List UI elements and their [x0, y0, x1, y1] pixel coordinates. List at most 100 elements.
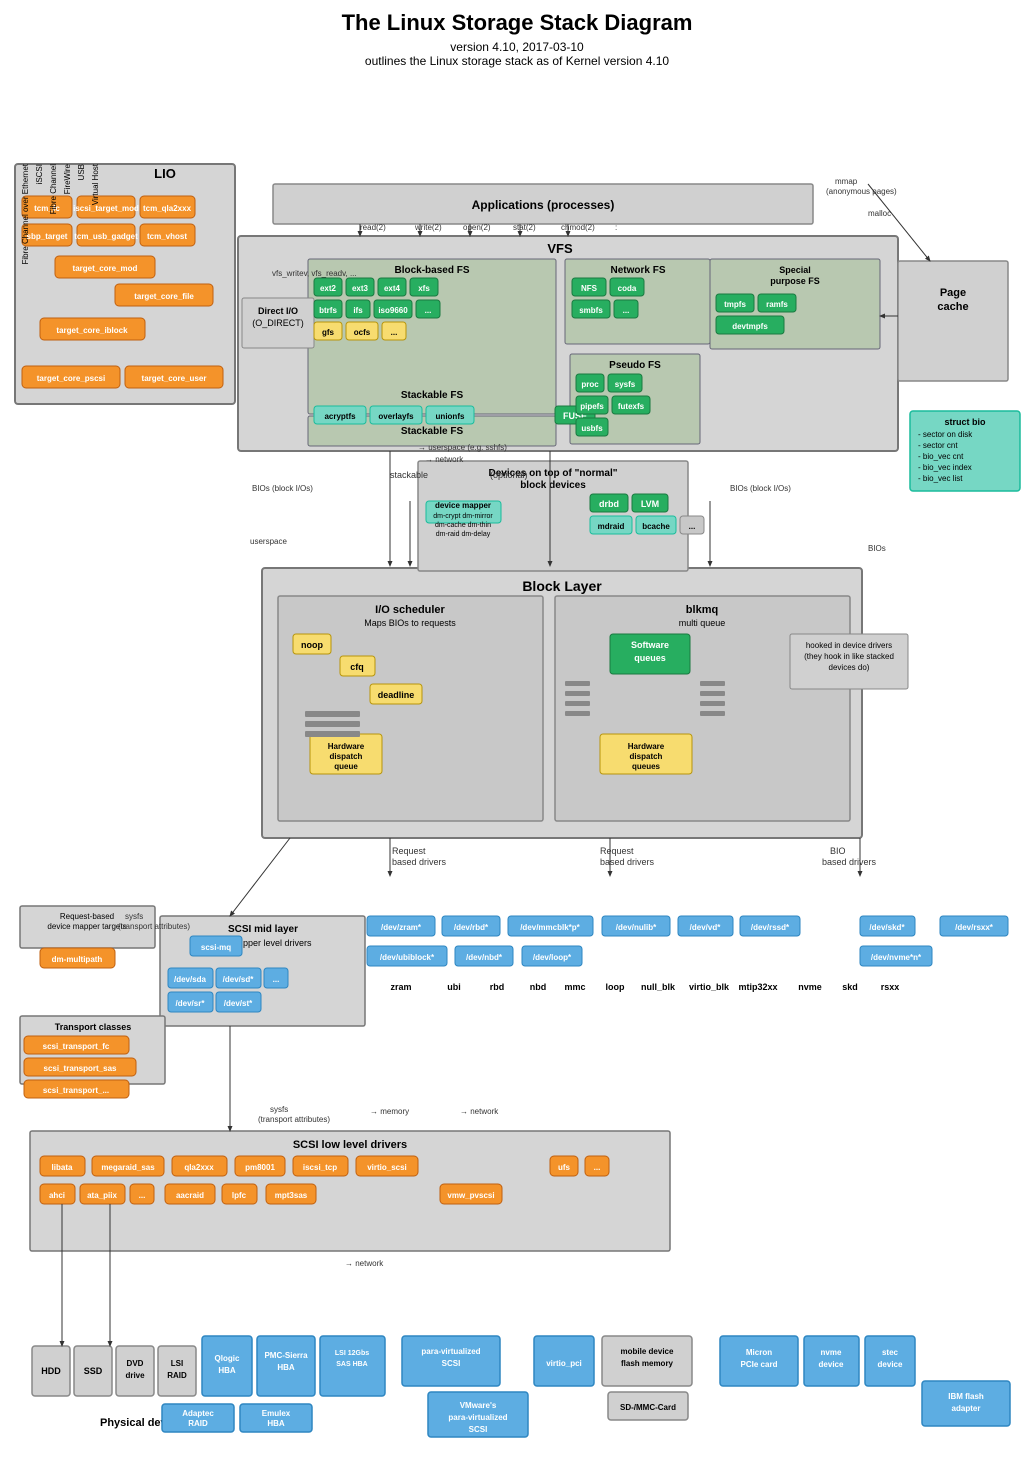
svg-text:Fibre Channel over Ethernet: Fibre Channel over Ethernet [21, 163, 30, 264]
svg-text:/dev/ubiblock*: /dev/ubiblock* [380, 953, 435, 962]
svg-text:ext2: ext2 [320, 284, 337, 293]
svg-text:HDD: HDD [41, 1366, 61, 1376]
svg-text:Hardware: Hardware [328, 742, 365, 751]
svg-text:(O_DIRECT): (O_DIRECT) [252, 318, 304, 328]
svg-text:ufs: ufs [558, 1163, 571, 1172]
svg-text:deadline: deadline [378, 690, 415, 700]
svg-text:PMC-Sierra: PMC-Sierra [264, 1351, 308, 1360]
svg-text:mobile device: mobile device [621, 1347, 674, 1356]
svg-text:- sector on disk: - sector on disk [918, 430, 973, 439]
svg-text:- bio_vec index: - bio_vec index [918, 463, 972, 472]
svg-text:cfq: cfq [350, 662, 364, 672]
svg-text:USB: USB [77, 164, 86, 180]
svg-text:/dev/rssd*: /dev/rssd* [751, 923, 790, 932]
svg-text:BIO: BIO [830, 846, 846, 856]
svg-text:stec: stec [882, 1348, 899, 1357]
svg-text:qla2xxx: qla2xxx [184, 1163, 214, 1172]
svg-text:RAID: RAID [188, 1419, 208, 1428]
svg-text:vfs_writev, vfs_readv, ...: vfs_writev, vfs_readv, ... [272, 269, 357, 278]
svg-text:virtio_scsi: virtio_scsi [367, 1163, 407, 1172]
svg-text:adapter: adapter [952, 1404, 981, 1413]
svg-text:scsi-mq: scsi-mq [201, 943, 231, 952]
svg-text:Network FS: Network FS [610, 265, 665, 276]
svg-text:queues: queues [632, 762, 661, 771]
svg-text:noop: noop [301, 640, 323, 650]
svg-text:Stackable FS: Stackable FS [401, 390, 464, 401]
svg-text:scsi_transport_fc: scsi_transport_fc [43, 1042, 110, 1051]
svg-text:LIO: LIO [154, 166, 176, 181]
svg-text:SCSI low level drivers: SCSI low level drivers [293, 1139, 407, 1151]
svg-text:struct bio: struct bio [944, 417, 986, 427]
svg-text:mtip32xx: mtip32xx [738, 982, 777, 992]
svg-text:target_core_file: target_core_file [134, 292, 194, 301]
svg-text:iscsi_target_mod: iscsi_target_mod [73, 204, 139, 213]
svg-text:nvme: nvme [821, 1348, 842, 1357]
svg-text:unionfs: unionfs [436, 412, 465, 421]
svg-text:rsxx: rsxx [881, 982, 900, 992]
svg-text:LSI 12Gbs: LSI 12Gbs [335, 1350, 369, 1357]
svg-text:/dev/nbd*: /dev/nbd* [466, 953, 503, 962]
svg-text:sbp_target: sbp_target [27, 232, 68, 241]
svg-text:Direct I/O: Direct I/O [258, 306, 298, 316]
svg-text:Block-based FS: Block-based FS [394, 265, 469, 276]
svg-text:VMware's: VMware's [460, 1401, 497, 1410]
svg-text:blkmq: blkmq [686, 604, 718, 616]
svg-text:/dev/sd*: /dev/sd* [223, 975, 255, 984]
svg-text:LSI: LSI [171, 1359, 183, 1368]
svg-text:/dev/skd*: /dev/skd* [869, 923, 905, 932]
svg-text:aacraid: aacraid [176, 1191, 204, 1200]
svg-text:/dev/mmcblk*p*: /dev/mmcblk*p* [520, 923, 580, 932]
svg-text:tcm_usb_gadget: tcm_usb_gadget [74, 232, 138, 241]
svg-text:target_core_user: target_core_user [142, 374, 207, 383]
svg-text:target_core_iblock: target_core_iblock [56, 326, 128, 335]
svg-text:null_blk: null_blk [641, 982, 676, 992]
subtitle: version 4.10, 2017-03-10 outlines the Li… [10, 40, 1024, 68]
svg-text:→ network: → network [460, 1107, 499, 1116]
svg-text:Emulex: Emulex [262, 1409, 291, 1418]
svg-text:coda: coda [618, 284, 637, 293]
svg-text:PCIe card: PCIe card [741, 1360, 778, 1369]
svg-text:userspace: userspace [250, 537, 287, 546]
page-title: The Linux Storage Stack Diagram [10, 10, 1024, 36]
svg-text:/dev/vd*: /dev/vd* [690, 923, 722, 932]
svg-text:(optional): (optional) [490, 470, 528, 480]
svg-text:...: ... [425, 306, 432, 315]
svg-text:Request: Request [600, 846, 634, 856]
svg-text:HBA: HBA [267, 1419, 285, 1428]
svg-text:malloc: malloc [868, 209, 891, 218]
svg-text:Hardware: Hardware [628, 742, 665, 751]
svg-text:SAS HBA: SAS HBA [336, 1361, 368, 1368]
svg-text:...: ... [273, 975, 280, 984]
svg-text:block devices: block devices [520, 480, 586, 491]
svg-text:→ network: → network [345, 1259, 384, 1268]
svg-text:ahci: ahci [49, 1191, 65, 1200]
svg-text:tmpfs: tmpfs [724, 300, 746, 309]
svg-text:dm-cache dm-thin: dm-cache dm-thin [435, 522, 491, 529]
svg-text:write(2): write(2) [414, 223, 442, 232]
svg-text:libata: libata [52, 1163, 73, 1172]
svg-text:pipefs: pipefs [580, 402, 604, 411]
svg-text:queues: queues [634, 653, 666, 663]
svg-text:overlayfs: overlayfs [378, 412, 414, 421]
svg-text:...: ... [391, 328, 398, 337]
svg-text:Block Layer: Block Layer [522, 578, 602, 594]
svg-text:loop: loop [606, 982, 625, 992]
svg-text:scsi_transport_...: scsi_transport_... [43, 1086, 109, 1095]
svg-text:hooked in device drivers: hooked in device drivers [806, 641, 892, 650]
svg-text:ubi: ubi [447, 982, 461, 992]
svg-text:based drivers: based drivers [822, 857, 877, 867]
svg-text:nvme: nvme [798, 982, 822, 992]
svg-text:- sector cnt: - sector cnt [918, 441, 958, 450]
svg-text:SD-/MMC-Card: SD-/MMC-Card [620, 1403, 676, 1412]
svg-text::: : [615, 223, 617, 232]
svg-text:device mapper: device mapper [435, 501, 491, 510]
svg-text:device mapper targets: device mapper targets [47, 922, 126, 931]
svg-text:BIOs: BIOs [868, 544, 886, 553]
svg-text:virtio_pci: virtio_pci [546, 1359, 582, 1368]
svg-text:Fibre Channel: Fibre Channel [49, 164, 58, 214]
svg-text:Request-based: Request-based [60, 912, 114, 921]
svg-text:/dev/rbd*: /dev/rbd* [454, 923, 489, 932]
svg-text:zram: zram [390, 982, 411, 992]
svg-text:nbd: nbd [530, 982, 547, 992]
svg-text:NFS: NFS [581, 284, 598, 293]
